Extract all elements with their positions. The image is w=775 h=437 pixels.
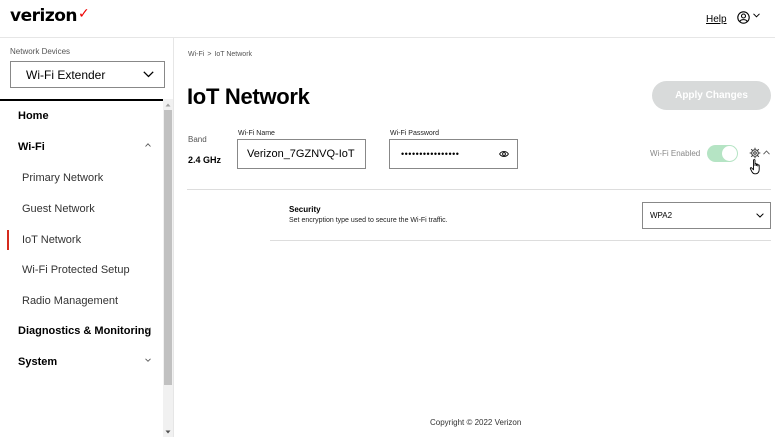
section-divider: [187, 189, 771, 190]
sidebar-scroll-thumb[interactable]: [164, 110, 172, 385]
security-select[interactable]: WPA2: [642, 202, 771, 229]
wifi-name-label: Wi-Fi Name: [238, 130, 275, 137]
chevron-down-icon: [143, 71, 154, 78]
verizon-logo[interactable]: verizon✓: [10, 6, 90, 26]
sidebar-item-primary-network[interactable]: Primary Network: [0, 163, 163, 193]
sidebar-item-wifi[interactable]: Wi-Fi: [0, 132, 163, 162]
security-select-value: WPA2: [650, 211, 673, 220]
wifi-password-field[interactable]: [389, 139, 518, 169]
logo-check-icon: ✓: [78, 6, 90, 22]
sidebar-item-label: Wi-Fi Protected Setup: [22, 264, 130, 276]
sidebar-item-label: System: [18, 356, 58, 368]
logo-text: verizon: [10, 6, 78, 26]
sidebar-item-label: Wi-Fi: [18, 141, 45, 153]
chevron-down-icon: [145, 327, 151, 331]
breadcrumb-wifi-link[interactable]: Wi-Fi: [188, 51, 204, 58]
wifi-enabled-label: Wi-Fi Enabled: [650, 149, 701, 158]
user-menu-button[interactable]: [737, 9, 767, 27]
sidebar-item-label: Home: [18, 110, 49, 122]
chevron-down-icon: [145, 358, 151, 362]
sidebar-item-iot-network[interactable]: IoT Network: [0, 225, 163, 255]
hand-cursor-icon: [749, 159, 760, 175]
sidebar-item-wifi-protected-setup[interactable]: Wi-Fi Protected Setup: [0, 255, 163, 285]
chevron-up-icon[interactable]: [763, 150, 770, 155]
device-select-value: Wi-Fi Extender: [26, 68, 106, 82]
sidebar-item-system[interactable]: System: [0, 347, 163, 377]
toggle-knob: [722, 146, 737, 161]
copyright-text: Copyright © 2022 Verizon: [430, 418, 522, 427]
wifi-enabled-toggle[interactable]: [707, 145, 738, 162]
wifi-name-field[interactable]: [237, 139, 366, 169]
breadcrumb: Wi-Fi > IoT Network: [188, 51, 252, 58]
eye-icon[interactable]: [499, 150, 509, 158]
sidebar-item-label: Guest Network: [22, 203, 95, 215]
sidebar-item-home[interactable]: Home: [0, 101, 163, 131]
scroll-up-arrow-icon[interactable]: [164, 101, 172, 109]
wifi-name-input[interactable]: [238, 140, 365, 168]
wifi-password-input[interactable]: [390, 140, 517, 168]
sidebar-item-label: IoT Network: [22, 234, 82, 246]
sidebar-item-label: Primary Network: [22, 172, 104, 184]
breadcrumb-separator: >: [207, 51, 212, 58]
sidebar-item-diagnostics-monitoring[interactable]: Diagnostics & Monitoring: [0, 316, 163, 346]
sidebar-item-label: Radio Management: [22, 295, 119, 307]
scroll-down-arrow-icon[interactable]: [164, 428, 172, 436]
network-devices-label: Network Devices: [10, 47, 71, 56]
user-circle-icon: [737, 11, 750, 24]
sidebar-item-label: Diagnostics & Monitoring: [18, 325, 152, 337]
chevron-down-icon: [756, 213, 764, 218]
apply-changes-button[interactable]: Apply Changes: [652, 81, 771, 110]
page-title: IoT Network: [187, 84, 310, 109]
security-divider: [270, 240, 771, 241]
help-link[interactable]: Help: [706, 14, 727, 25]
security-description: Set encryption type used to secure the W…: [289, 217, 448, 224]
chevron-down-icon: [753, 13, 760, 18]
band-value: 2.4 GHz: [188, 155, 222, 165]
sidebar-item-guest-network[interactable]: Guest Network: [0, 194, 163, 224]
chevron-up-icon: [145, 143, 151, 147]
band-label: Band: [188, 135, 207, 144]
wifi-password-label: Wi-Fi Password: [390, 130, 440, 137]
breadcrumb-current: IoT Network: [214, 51, 253, 58]
security-title: Security: [289, 205, 321, 214]
top-bar: verizon✓ Help: [0, 0, 775, 38]
device-select[interactable]: Wi-Fi Extender: [10, 61, 165, 88]
sidebar-item-radio-management[interactable]: Radio Management: [0, 286, 163, 316]
